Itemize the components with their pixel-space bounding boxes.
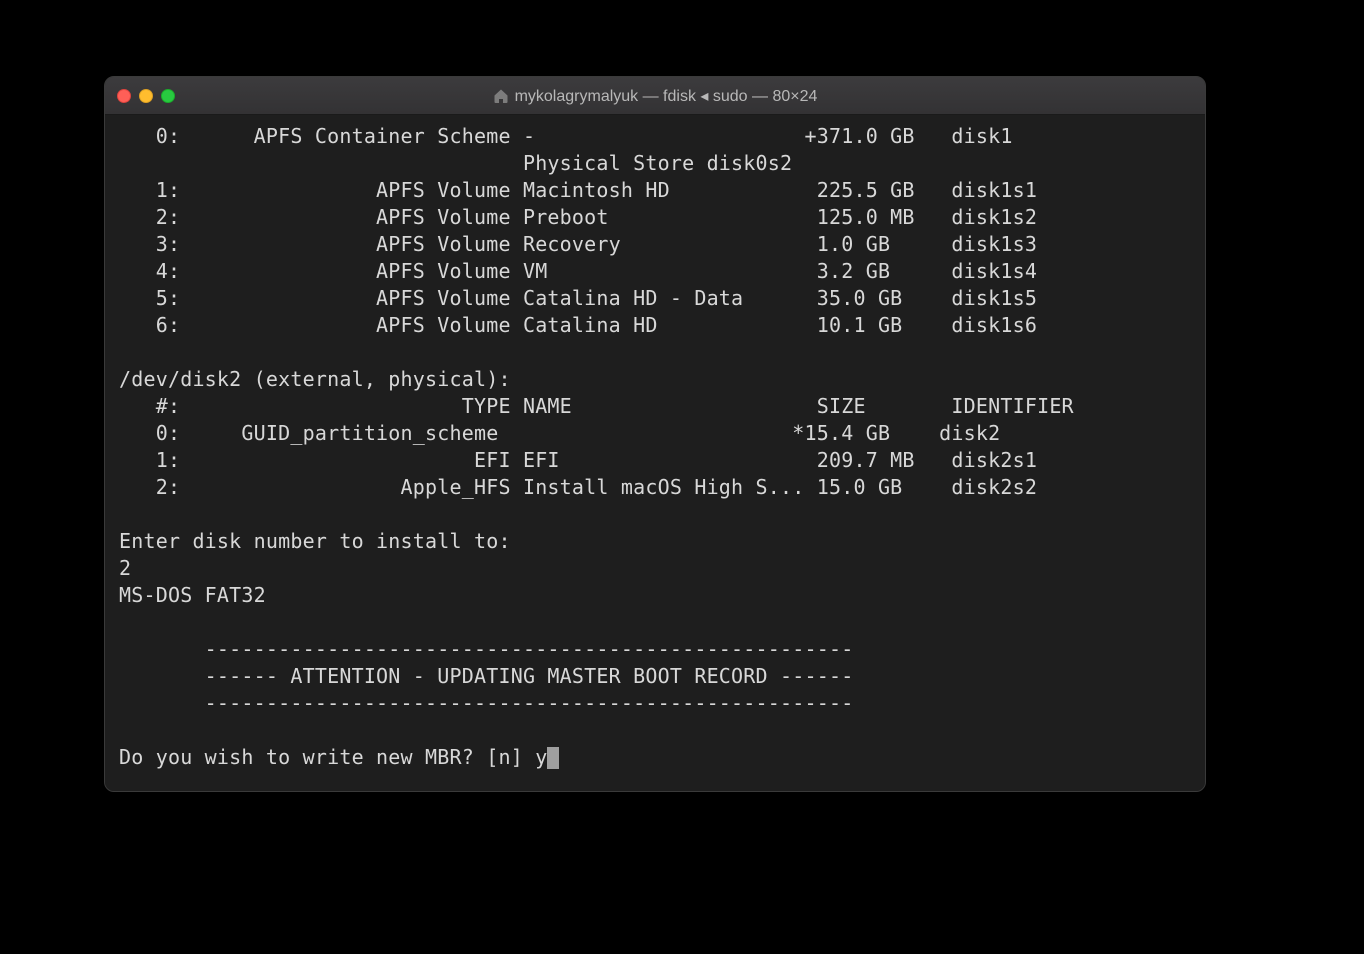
title-bar[interactable]: mykolagrymalyuk — fdisk ◂ sudo — 80×24 xyxy=(105,77,1205,115)
terminal-content[interactable]: 0: APFS Container Scheme - +371.0 GB dis… xyxy=(105,115,1205,791)
close-button[interactable] xyxy=(117,89,131,103)
title-text: mykolagrymalyuk — fdisk ◂ sudo — 80×24 xyxy=(515,86,818,106)
cursor xyxy=(547,747,559,769)
terminal-window: mykolagrymalyuk — fdisk ◂ sudo — 80×24 0… xyxy=(104,76,1206,792)
minimize-button[interactable] xyxy=(139,89,153,103)
home-icon xyxy=(493,88,509,104)
traffic-lights xyxy=(117,89,175,103)
terminal-prompt: Do you wish to write new MBR? [n] y xyxy=(119,745,547,769)
window-title: mykolagrymalyuk — fdisk ◂ sudo — 80×24 xyxy=(105,86,1205,106)
zoom-button[interactable] xyxy=(161,89,175,103)
terminal-output: 0: APFS Container Scheme - +371.0 GB dis… xyxy=(119,124,1074,715)
